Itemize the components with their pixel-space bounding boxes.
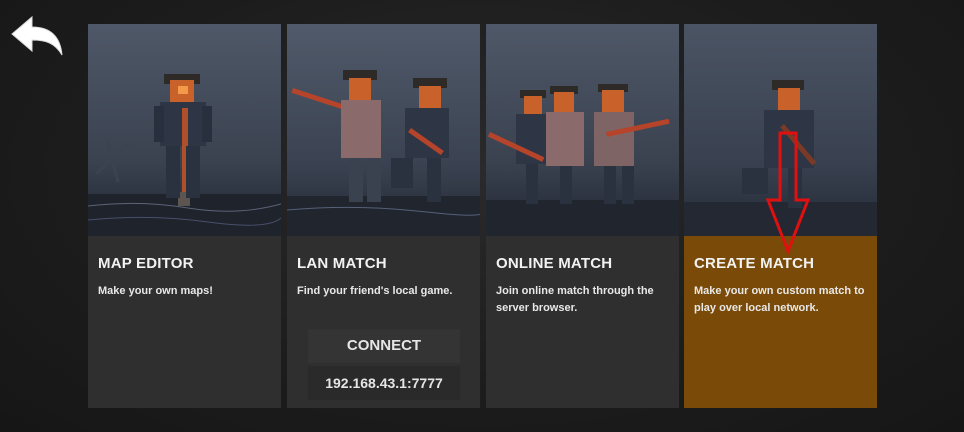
create-match-card[interactable]: CREATE MATCH Make your own custom match … [684, 24, 877, 408]
connect-button[interactable]: CONNECT [308, 329, 460, 363]
card-description: Make your own custom match to play over … [694, 285, 865, 314]
card-title: CREATE MATCH [694, 255, 815, 272]
card-description: Make your own maps! [98, 285, 213, 297]
card-title: ONLINE MATCH [496, 255, 613, 272]
card-description: Find your friend's local game. [297, 285, 453, 297]
map-editor-info: MAP EDITOR Make your own maps! [88, 236, 281, 408]
lan-match-card[interactable]: LAN MATCH Find your friend's local game.… [287, 24, 480, 408]
create-match-info: CREATE MATCH Make your own custom match … [684, 236, 877, 408]
create-match-scene-image [684, 24, 877, 236]
online-match-card[interactable]: ONLINE MATCH Join online match through t… [486, 24, 679, 408]
map-editor-scene-image [88, 24, 281, 236]
back-button[interactable] [10, 14, 64, 58]
online-match-info: ONLINE MATCH Join online match through t… [486, 236, 679, 408]
lan-match-scene-image [287, 24, 480, 236]
game-menu-screen: MAP EDITOR Make your own maps! LAN MATCH… [0, 0, 964, 432]
online-match-scene-image [486, 24, 679, 236]
card-title: MAP EDITOR [98, 255, 194, 272]
server-address-field[interactable]: 192.168.43.1:7777 [308, 366, 460, 400]
map-editor-card[interactable]: MAP EDITOR Make your own maps! [88, 24, 281, 408]
card-title: LAN MATCH [297, 255, 387, 272]
card-description: Join online match through the server bro… [496, 285, 654, 314]
lan-match-info: LAN MATCH Find your friend's local game.… [287, 236, 480, 408]
back-arrow-icon [11, 15, 63, 56]
